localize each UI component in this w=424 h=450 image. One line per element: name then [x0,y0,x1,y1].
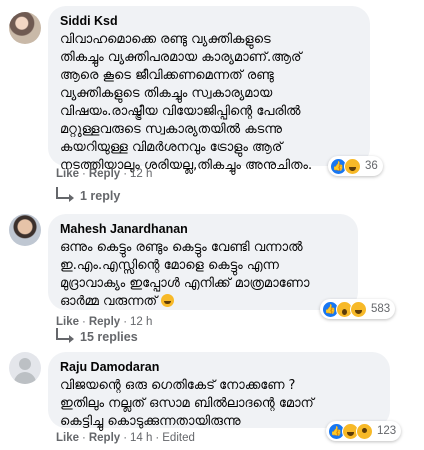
comment-bubble: Mahesh Janardhanan ഒന്നും കെട്ടും രണ്ടും… [48,214,358,310]
reply-link[interactable]: Reply [89,432,120,444]
sad-face-icon [356,422,373,440]
reply-link[interactable]: Reply [89,168,120,180]
comment-meta: Like · Reply · 12 h [56,316,153,328]
comment-bubble: Raju Damodaran വിജയന്റെ ഒരു ഗെതികേട് നോക… [48,352,390,429]
like-link[interactable]: Like [56,316,79,328]
comment-bubble: Siddi Ksd വിവാഹമൊക്കെ രണ്ടു വ്യക്തികളുടെ… [48,6,370,173]
like-link[interactable]: Like [56,168,79,180]
comment-text: ഒന്നും കെട്ടും രണ്ടും കെട്ടും വേണ്ടി വന്… [60,239,346,311]
replies-label: 1 reply [80,189,121,203]
laughing-face-icon [350,300,367,318]
comment-meta: Like · Reply · 12 h [56,168,153,180]
reaction-summary[interactable]: 👍 583 [320,299,396,319]
comment-time[interactable]: 12 h [130,168,152,180]
replies-label: 15 replies [80,330,138,344]
avatar[interactable] [9,352,41,384]
comment-time[interactable]: 14 h [130,432,152,444]
reply-arrow-icon [56,328,74,343]
comment-time[interactable]: 12 h [130,316,152,328]
laughing-emoji-icon [161,294,175,307]
reaction-count: 123 [377,425,397,437]
comment-text: വിവാഹമൊക്കെ രണ്ടു വ്യക്തികളുടെ തികച്ചും … [60,32,313,173]
like-link[interactable]: Like [56,432,79,444]
comment-text-body: ഒന്നും കെട്ടും രണ്ടും കെട്ടും വേണ്ടി വന്… [60,240,310,309]
comment-author[interactable]: Raju Damodaran [60,360,378,375]
comment-meta: Like · Reply · 14 h · Edited [56,432,195,444]
avatar[interactable] [9,12,41,44]
laughing-face-icon [344,157,361,175]
reaction-summary[interactable]: 👍 36 [328,156,383,176]
reaction-count: 583 [371,303,391,315]
comment-author[interactable]: Mahesh Janardhanan [60,222,346,237]
reply-link[interactable]: Reply [89,316,120,328]
comment-author[interactable]: Siddi Ksd [60,14,358,29]
reaction-count: 36 [365,160,378,172]
view-replies-button[interactable]: 1 reply [56,187,121,203]
reaction-summary[interactable]: 👍 123 [326,421,402,441]
view-replies-button[interactable]: 15 replies [56,328,138,344]
edited-label: Edited [162,432,195,444]
avatar[interactable] [9,214,41,246]
reply-arrow-icon [56,187,74,202]
